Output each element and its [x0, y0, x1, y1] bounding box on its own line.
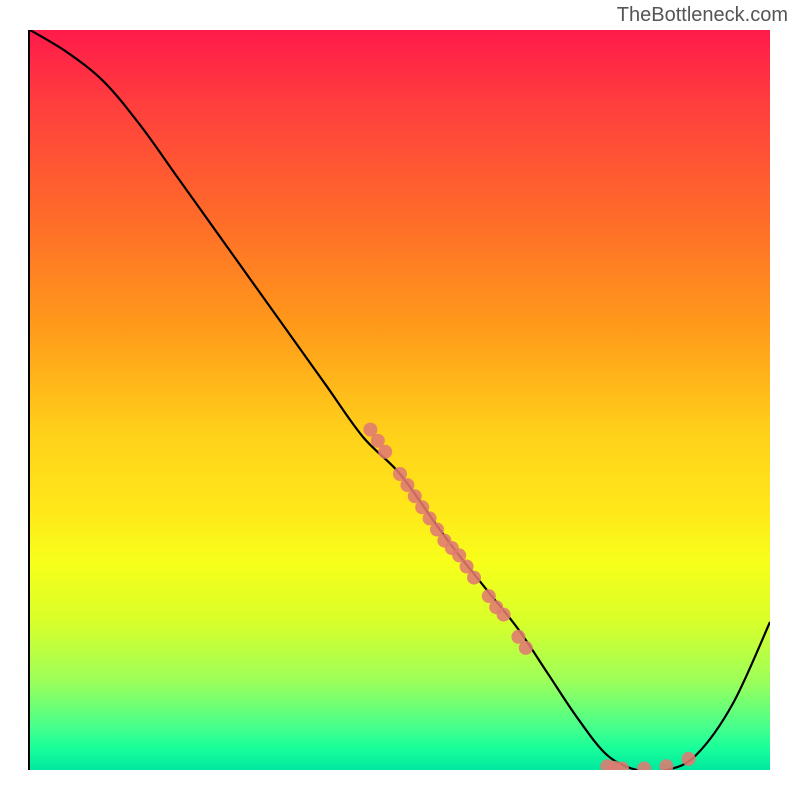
watermark-text: TheBottleneck.com	[617, 4, 788, 27]
scatter-point	[400, 478, 414, 492]
scatter-point	[600, 759, 614, 770]
scatter-point	[423, 511, 437, 525]
scatter-point	[497, 608, 511, 622]
scatter-point	[482, 589, 496, 603]
scatter-points	[363, 423, 695, 770]
chart-container: TheBottleneck.com	[0, 0, 800, 800]
scatter-point	[682, 752, 696, 766]
plot-area	[30, 30, 770, 770]
scatter-point	[452, 548, 466, 562]
scatter-point	[460, 560, 474, 574]
scatter-point	[519, 641, 533, 655]
scatter-point	[437, 534, 451, 548]
scatter-point	[415, 500, 429, 514]
scatter-point	[608, 761, 622, 770]
chart-svg	[30, 30, 770, 770]
scatter-point	[659, 759, 673, 770]
bottleneck-curve	[30, 30, 770, 770]
scatter-point	[408, 489, 422, 503]
scatter-point	[511, 630, 525, 644]
scatter-point	[393, 467, 407, 481]
scatter-point	[489, 600, 503, 614]
scatter-point	[467, 571, 481, 585]
scatter-point	[378, 445, 392, 459]
scatter-point	[445, 541, 459, 555]
scatter-point	[637, 762, 651, 770]
scatter-point	[430, 523, 444, 537]
scatter-point	[371, 434, 385, 448]
scatter-point	[363, 423, 377, 437]
scatter-point	[615, 762, 629, 770]
